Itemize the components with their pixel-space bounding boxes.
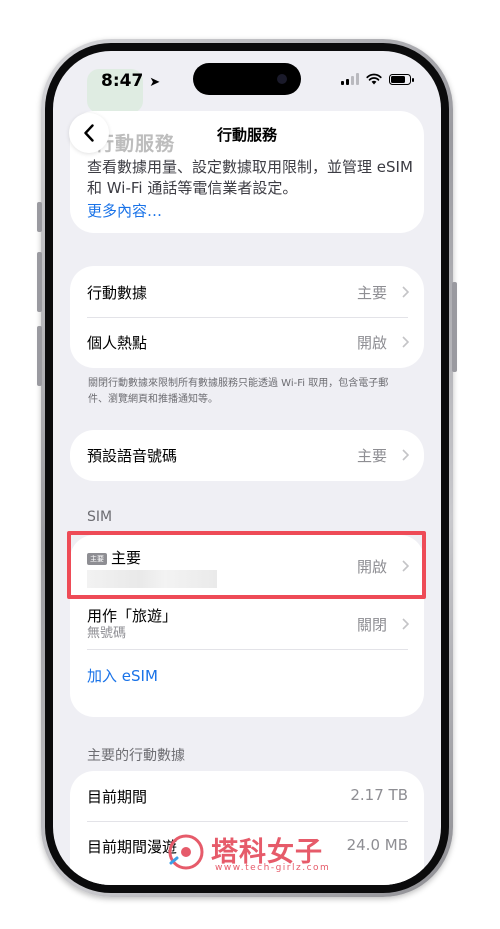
chevron-right-icon [402, 618, 409, 630]
wifi-icon [366, 73, 382, 85]
row-sim-travel[interactable]: 用作「旅遊」 無號碼 關閉 [87, 598, 424, 650]
data-settings-card: 行動數據 主要 個人熱點 開啟 [70, 266, 424, 368]
chevron-right-icon [402, 336, 409, 348]
highlight-box [67, 531, 426, 599]
more-link[interactable]: 更多內容… [87, 200, 162, 221]
mute-switch [37, 202, 42, 232]
row-value: 主要 [356, 447, 387, 465]
power-button [452, 282, 457, 372]
row-value: 2.17 TB [350, 786, 408, 804]
section-header-data: 主要的行動數據 [87, 748, 185, 764]
row-personal-hotspot[interactable]: 個人熱點 開啟 [87, 317, 424, 367]
watermark-logo-icon [168, 834, 204, 870]
battery-icon [389, 73, 414, 85]
chevron-left-icon [84, 124, 94, 142]
row-default-voice-line[interactable]: 預設語音號碼 主要 [87, 430, 424, 480]
row-value: 24.0 MB [346, 836, 408, 854]
row-current-period: 目前期間 2.17 TB [87, 771, 424, 821]
status-time: 8:47 ➤ [101, 71, 161, 91]
dynamic-island [193, 63, 301, 95]
cellular-signal-icon [341, 73, 359, 85]
row-label: 個人熱點 [87, 334, 148, 352]
row-sublabel: 無號碼 [87, 626, 127, 641]
page-title: 行動服務 [216, 126, 277, 144]
row-value: 主要 [356, 284, 387, 302]
row-label: 目前期間 [87, 788, 148, 806]
volume-down-button [37, 326, 42, 386]
watermark-url: www.tech-girlz.com [215, 863, 331, 873]
voice-line-card: 預設語音號碼 主要 [70, 430, 424, 481]
row-label: 用作「旅遊」 無號碼 [87, 607, 178, 641]
add-esim-link: 加入 eSIM [87, 667, 158, 685]
back-button[interactable] [69, 113, 109, 153]
row-cellular-data[interactable]: 行動數據 主要 [87, 267, 424, 317]
row-value: 開啟 [356, 334, 387, 352]
screen: 8:47 ➤ 行動服務 查看數據用量、設定數據取用限制，並管理 eSIM 和 W… [53, 51, 441, 885]
row-add-esim[interactable]: 加入 eSIM [87, 650, 424, 700]
status-icons [341, 73, 414, 85]
row-value: 關閉 [356, 616, 387, 634]
camera-icon [277, 74, 287, 84]
section-header-sim: SIM [87, 509, 113, 525]
cellular-footnote: 關閉行動數據來限制所有數據服務只能透過 Wi-Fi 取用，包含電子郵件、瀏覽網頁… [88, 378, 389, 405]
card-description: 查看數據用量、設定數據取用限制，並管理 eSIM 和 Wi-Fi 通話等電信業者… [87, 158, 413, 197]
row-label: 預設語音號碼 [87, 447, 178, 465]
chevron-right-icon [402, 286, 409, 298]
chevron-right-icon [402, 449, 409, 461]
volume-up-button [37, 252, 42, 312]
location-arrow-icon: ➤ [149, 75, 161, 90]
watermark: 塔科女子 www.tech-girlz.com [157, 830, 347, 880]
row-label: 行動數據 [87, 284, 148, 302]
